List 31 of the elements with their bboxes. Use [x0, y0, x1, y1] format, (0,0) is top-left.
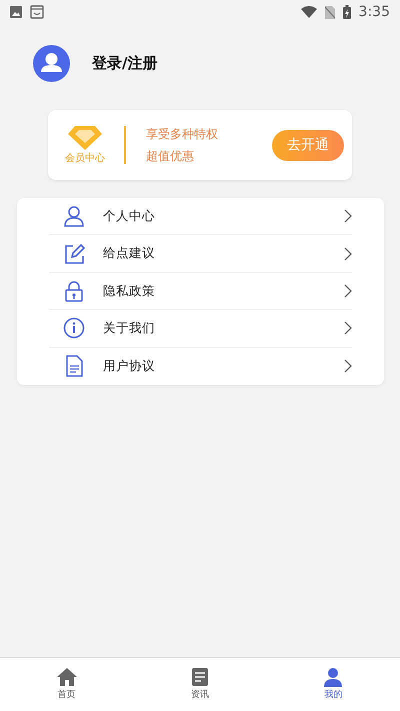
- person-icon: [322, 666, 344, 688]
- menu-item[interactable]: 用户协议: [49, 348, 352, 385]
- image-icon: [10, 6, 22, 18]
- avatar-icon: [33, 44, 70, 82]
- mail-icon: [30, 5, 44, 19]
- chevron-right-icon: [344, 359, 352, 374]
- login-link[interactable]: 登录/注册: [92, 52, 158, 74]
- nav-tab[interactable]: 首页: [0, 658, 134, 711]
- diamond-icon: [67, 124, 103, 150]
- no-sim-icon: [324, 6, 335, 18]
- battery-icon: [342, 5, 351, 19]
- info-icon: [63, 317, 85, 340]
- benefit-text: 超值优惠: [146, 148, 195, 165]
- menu-item[interactable]: 给点建议: [49, 235, 352, 273]
- home-icon: [56, 666, 78, 688]
- vip-label: 会员中心: [65, 152, 105, 166]
- benefit-text: 享受多种特权: [146, 126, 219, 143]
- nav-tab[interactable]: 资讯: [133, 658, 267, 711]
- person-icon: [63, 205, 85, 228]
- menu-item[interactable]: 隐私政策: [49, 272, 352, 310]
- edit-icon: [63, 242, 85, 265]
- menu-item[interactable]: 关于我们: [49, 310, 352, 348]
- status-time: 3:35: [358, 2, 390, 22]
- chevron-right-icon: [344, 209, 352, 224]
- chevron-right-icon: [344, 246, 352, 261]
- nav-tab[interactable]: 我的: [266, 658, 400, 711]
- wifi-icon: [300, 6, 317, 18]
- menu-item[interactable]: 个人中心: [49, 198, 352, 236]
- chevron-right-icon: [344, 284, 352, 298]
- chevron-right-icon: [344, 321, 352, 336]
- lock-icon: [63, 280, 85, 302]
